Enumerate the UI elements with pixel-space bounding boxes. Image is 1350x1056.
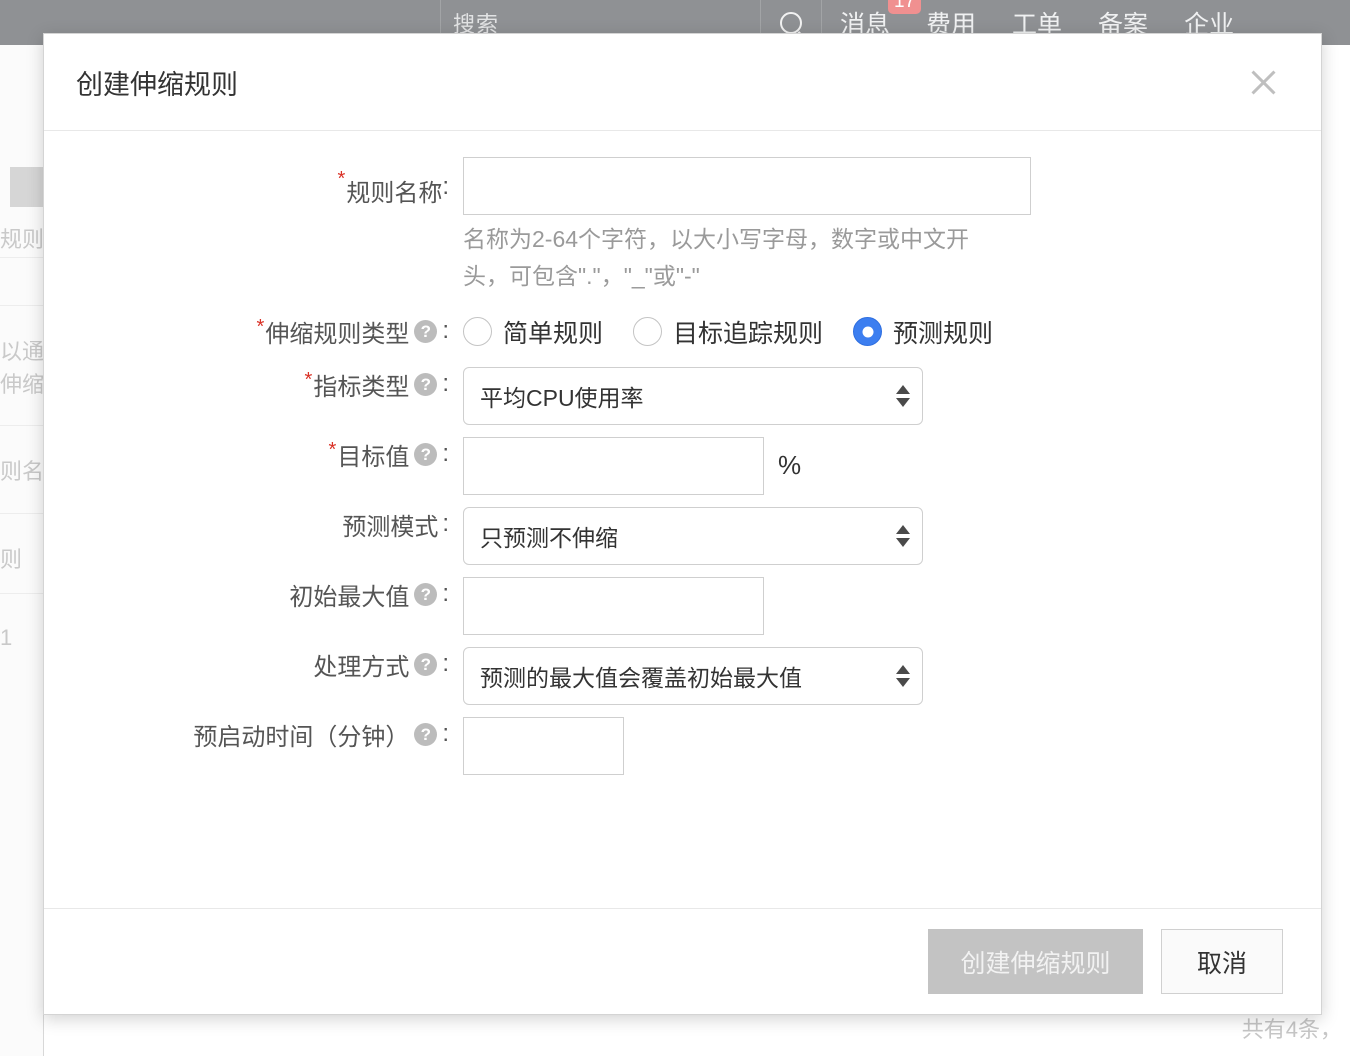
label-rule-type: * 伸缩规则类型 ? : xyxy=(44,314,463,349)
background-record-count: 共有4条， xyxy=(1241,1017,1342,1042)
cancel-button[interactable]: 取消 xyxy=(1161,929,1283,994)
help-icon[interactable]: ? xyxy=(414,722,438,746)
metric-type-value: 平均CPU使用率 xyxy=(480,384,644,411)
radio-label: 预测规则 xyxy=(893,319,994,348)
required-marker: * xyxy=(304,369,313,391)
predict-mode-select[interactable]: 只预测不伸缩 xyxy=(463,506,923,565)
background-text-fragment: 1 xyxy=(0,625,13,650)
label-text: 伸缩规则类型 xyxy=(265,320,410,348)
label-text: 指标类型 xyxy=(313,373,410,401)
required-marker: * xyxy=(256,316,265,338)
background-text-fragment: 则名 xyxy=(0,459,44,484)
help-icon[interactable]: ? xyxy=(414,652,438,676)
label-text: 规则名称 xyxy=(346,180,443,207)
label-colon: : xyxy=(442,720,449,747)
label-text: 预启动时间（分钟） xyxy=(193,723,410,751)
background-thumbnail xyxy=(10,167,43,207)
rule-name-hint: 名称为2-64个字符，以大小写字母，数字或中文开头，可包含"."，"_"或"-" xyxy=(463,226,970,290)
dialog-footer: 创建伸缩规则 取消 xyxy=(44,908,1321,1014)
message-count-badge: 17 xyxy=(888,0,922,14)
background-text-fragment: 伸缩组 xyxy=(0,372,44,397)
metric-type-select[interactable]: 平均CPU使用率 xyxy=(463,366,923,425)
form-row-rule-name: * 规则名称 : 名称为2-64个字符，以大小写字母，数字或中文开头，可包含".… xyxy=(44,157,1321,296)
dialog-header: 创建伸缩规则 xyxy=(44,34,1321,131)
radio-simple-rule[interactable]: 简单规则 xyxy=(463,314,603,350)
percent-unit-label: % xyxy=(778,450,802,480)
label-colon: : xyxy=(442,510,449,537)
help-icon[interactable]: ? xyxy=(414,319,438,343)
rule-name-input[interactable] xyxy=(463,157,1031,215)
label-handle-mode: 处理方式 ? : xyxy=(44,647,463,682)
label-rule-name: * 规则名称 : xyxy=(44,157,463,208)
divider xyxy=(0,257,43,258)
radio-dot-icon xyxy=(463,317,492,346)
handle-mode-value: 预测的最大值会覆盖初始最大值 xyxy=(480,664,802,691)
predict-mode-value: 只预测不伸缩 xyxy=(480,524,618,551)
dialog-body: * 规则名称 : 名称为2-64个字符，以大小写字母，数字或中文开头，可包含".… xyxy=(44,131,1321,908)
create-scaling-rule-button[interactable]: 创建伸缩规则 xyxy=(928,929,1143,994)
label-target-value: * 目标值 ? : xyxy=(44,437,463,472)
divider xyxy=(0,513,43,514)
dialog-title: 创建伸缩规则 xyxy=(76,69,238,100)
background-text-fragment: 规则 xyxy=(0,227,44,252)
form-row-initial-max: 初始最大值 ? : xyxy=(44,576,1321,635)
help-icon[interactable]: ? xyxy=(414,372,438,396)
radio-label: 目标追踪规则 xyxy=(673,319,824,348)
label-text: 目标值 xyxy=(337,443,410,471)
label-text: 预测模式 xyxy=(342,513,439,541)
help-icon[interactable]: ? xyxy=(414,582,438,606)
label-colon: : xyxy=(442,370,449,397)
search-icon xyxy=(780,11,802,34)
form-row-metric-type: * 指标类型 ? : 平均CPU使用率 xyxy=(44,366,1321,425)
background-text-fragment: 则 xyxy=(0,547,23,572)
close-icon[interactable] xyxy=(1243,62,1283,102)
label-colon: : xyxy=(442,440,449,467)
background-list-sliver: 规则 以通过 伸缩组 则名 则 1 xyxy=(0,45,44,1056)
rule-type-radio-group: 简单规则 目标追踪规则 预测规则 xyxy=(463,314,993,350)
divider xyxy=(0,305,43,306)
label-metric-type: * 指标类型 ? : xyxy=(44,367,463,402)
label-colon: : xyxy=(442,580,449,607)
radio-predictive-rule[interactable]: 预测规则 xyxy=(853,314,993,350)
label-predict-mode: 预测模式 : xyxy=(44,507,463,542)
label-prestart-time: 预启动时间（分钟） ? : xyxy=(44,717,463,752)
radio-dot-icon xyxy=(633,317,663,346)
form-row-prestart-time: 预启动时间（分钟） ? : xyxy=(44,716,1321,775)
target-value-input[interactable] xyxy=(463,436,764,495)
initial-max-input[interactable] xyxy=(463,576,764,635)
label-text: 初始最大值 xyxy=(289,583,410,611)
required-marker: * xyxy=(328,439,337,461)
radio-target-tracking-rule[interactable]: 目标追踪规则 xyxy=(633,314,823,350)
label-colon: : xyxy=(442,173,449,200)
prestart-time-input[interactable] xyxy=(463,716,624,775)
radio-dot-icon xyxy=(853,317,883,346)
handle-mode-select[interactable]: 预测的最大值会覆盖初始最大值 xyxy=(463,646,923,705)
required-marker: * xyxy=(337,168,346,190)
label-colon: : xyxy=(442,650,449,677)
divider xyxy=(0,425,43,426)
create-scaling-rule-dialog: 创建伸缩规则 * 规则名称 : 名称为2-64个字符，以大小写字母，数字或中文开… xyxy=(43,33,1322,1015)
label-colon: : xyxy=(442,317,449,344)
form-row-target-value: * 目标值 ? : % xyxy=(44,436,1321,495)
divider xyxy=(0,593,43,594)
radio-label: 简单规则 xyxy=(503,319,604,348)
label-text: 处理方式 xyxy=(313,653,410,681)
help-icon[interactable]: ? xyxy=(414,442,438,466)
background-text-fragment: 以通过 xyxy=(0,339,44,364)
form-row-handle-mode: 处理方式 ? : 预测的最大值会覆盖初始最大值 xyxy=(44,646,1321,705)
label-initial-max: 初始最大值 ? : xyxy=(44,577,463,612)
form-row-rule-type: * 伸缩规则类型 ? : 简单规则 目标追踪规则 预测规则 xyxy=(44,314,1321,350)
form-row-predict-mode: 预测模式 : 只预测不伸缩 xyxy=(44,506,1321,565)
